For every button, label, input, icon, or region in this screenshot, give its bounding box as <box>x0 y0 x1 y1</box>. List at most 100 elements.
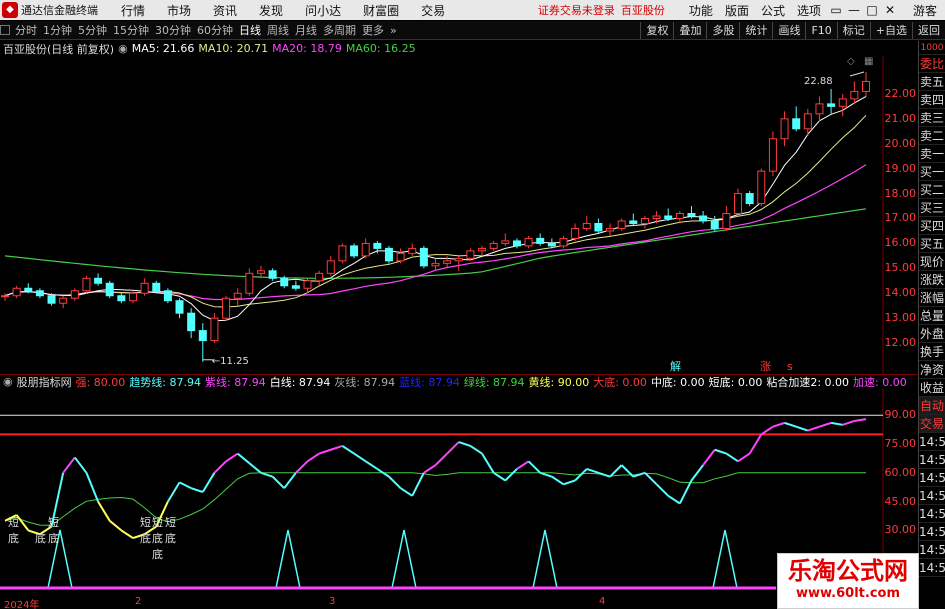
add-watchlist-button[interactable]: +自选 <box>869 21 912 39</box>
indicator-chart[interactable]: 短底短底 底短短短底底底底 <box>0 388 884 590</box>
candle-down <box>291 285 300 289</box>
side-panel-item[interactable]: 现价 <box>919 253 945 271</box>
close-icon[interactable]: ✕ <box>883 3 897 17</box>
indicator-segment <box>469 445 483 455</box>
side-panel-item[interactable]: 卖四 <box>919 91 945 109</box>
side-panel-item[interactable]: 14:5 <box>919 559 945 577</box>
candle-up <box>524 237 533 247</box>
side-panel-item[interactable]: 卖一 <box>919 145 945 163</box>
menu-shichang[interactable]: 市场 <box>167 2 191 19</box>
settings-dot-icon[interactable]: ◉ <box>3 375 13 388</box>
side-panel-item[interactable]: 买四 <box>919 217 945 235</box>
period-30min[interactable]: 30分钟 <box>155 22 191 38</box>
date-axis: 2024年 2 3 4 <box>0 596 777 609</box>
candle-up <box>128 292 137 302</box>
candle-down <box>24 287 33 292</box>
candle-up <box>12 287 21 297</box>
indicator-segment <box>400 487 413 497</box>
indicator-segment <box>481 453 495 474</box>
bottom-annotation: 短 <box>165 515 176 529</box>
stats-button[interactable]: 统计 <box>739 21 772 39</box>
side-panel-item[interactable]: 14:5 <box>919 505 945 523</box>
back-button[interactable]: 返回 <box>912 21 945 39</box>
period-day[interactable]: 日线 <box>239 22 261 38</box>
candle-down <box>280 277 289 287</box>
trade-login-warning[interactable]: 证券交易未登录 <box>538 2 615 18</box>
mark-button[interactable]: 标记 <box>836 21 870 39</box>
indicator-segment <box>725 452 739 463</box>
period-multi[interactable]: 多周期 <box>323 22 356 38</box>
menu-jiaoyi[interactable]: 交易 <box>421 2 445 19</box>
side-panel-item[interactable]: 涨跌 <box>919 271 945 289</box>
side-panel-item[interactable]: 涨幅 <box>919 289 945 307</box>
panel-toggle-icon[interactable] <box>0 25 10 35</box>
side-panel-item[interactable]: 14:5 <box>919 487 945 505</box>
side-panel-item[interactable]: 14:5 <box>919 541 945 559</box>
side-panel-item[interactable]: 卖三 <box>919 109 945 127</box>
title-stock-name: 百亚股份 <box>620 4 665 17</box>
candle-up <box>780 118 789 140</box>
menu-gongshi[interactable]: 公式 <box>761 2 785 19</box>
price-axis-label: 21.00 <box>884 111 917 125</box>
minimize-icon[interactable]: — <box>847 3 861 17</box>
side-panel-item[interactable]: 卖二 <box>919 127 945 145</box>
candle-up <box>768 138 777 172</box>
side-panel-item[interactable]: 买三 <box>919 199 945 217</box>
maximize-icon[interactable]: □ <box>865 3 879 17</box>
side-panel-item[interactable]: 委比 <box>919 55 945 73</box>
fuquan-button[interactable]: 复权 <box>640 21 673 39</box>
period-week[interactable]: 周线 <box>267 22 289 38</box>
overlay-button[interactable]: 叠加 <box>673 21 706 39</box>
chevron-down-icon[interactable]: » <box>390 24 397 37</box>
side-panel-item[interactable]: 买一 <box>919 163 945 181</box>
side-panel-item[interactable]: 外盘 <box>919 325 945 343</box>
menu-hangqing[interactable]: 行情 <box>121 2 145 19</box>
candlestick-chart[interactable]: 22.88 ←11.25 解 涨 s ◇ ▦ <box>0 56 884 374</box>
menu-gongneng[interactable]: 功能 <box>689 2 713 19</box>
price-axis-label: 14.00 <box>884 286 917 300</box>
menu-faxian[interactable]: 发现 <box>259 2 283 19</box>
period-fenshi[interactable]: 分时 <box>15 22 37 38</box>
period-more[interactable]: 更多 <box>362 22 384 38</box>
side-panel-item[interactable]: 14:5 <box>919 451 945 469</box>
period-month[interactable]: 月线 <box>295 22 317 38</box>
side-panel-item[interactable]: 自动 <box>919 397 945 415</box>
period-toolbar: 分时 1分钟 5分钟 15分钟 30分钟 60分钟 日线 周线 月线 多周期 更… <box>0 21 945 40</box>
multi-stock-button[interactable]: 多股 <box>706 21 739 39</box>
side-panel-item[interactable]: 净资 <box>919 361 945 379</box>
main-chart-info: 百亚股份(日线 前复权) ◉ MA5: 21.66 MA10: 20.71 MA… <box>0 41 945 56</box>
side-panel-item[interactable]: 14:5 <box>919 469 945 487</box>
bottom-annotation: 底 <box>152 547 163 561</box>
menu-zixun[interactable]: 资讯 <box>213 2 237 19</box>
side-panel-item[interactable]: 买二 <box>919 181 945 199</box>
bottom-annotation: 短 <box>152 515 163 529</box>
period-15min[interactable]: 15分钟 <box>113 22 149 38</box>
candle-up <box>757 170 766 205</box>
menu-banmian[interactable]: 版面 <box>725 2 749 19</box>
period-1min[interactable]: 1分钟 <box>43 22 72 38</box>
period-5min[interactable]: 5分钟 <box>78 22 107 38</box>
watermark-url: www.60lt.com <box>795 586 901 601</box>
settings-dot-icon[interactable]: ◉ <box>118 42 128 55</box>
side-panel-item[interactable]: 交易 <box>919 415 945 433</box>
indicator-segment <box>714 448 727 455</box>
menu-caifuquan[interactable]: 财富圈 <box>363 2 399 19</box>
side-panel-item[interactable]: 卖五 <box>919 73 945 91</box>
restore-window-icon[interactable]: ▭ <box>829 3 843 17</box>
guest-label[interactable]: 游客 <box>913 2 937 19</box>
side-panel-item[interactable]: 14:5 <box>919 433 945 451</box>
draw-line-button[interactable]: 画线 <box>772 21 805 39</box>
menu-xuanxiang[interactable]: 选项 <box>797 2 821 19</box>
side-panel-item[interactable]: 换手 <box>919 343 945 361</box>
indicator-info: ◉ 股朋指标网 强: 80.00 趋势线: 87.94 紫线: 87.94 白线: 8… <box>0 374 945 389</box>
candle-down <box>35 290 44 297</box>
side-panel-item[interactable]: 收益 <box>919 379 945 397</box>
candle-up <box>70 290 79 299</box>
side-panel-item[interactable]: 买五 <box>919 235 945 253</box>
menu-wenxiaoda[interactable]: 问小达 <box>305 2 341 19</box>
side-panel-item[interactable]: 总量 <box>919 307 945 325</box>
side-panel-item[interactable]: 14:5 <box>919 523 945 541</box>
f10-button[interactable]: F10 <box>805 21 836 39</box>
indicator-segment <box>819 421 832 428</box>
period-60min[interactable]: 60分钟 <box>197 22 233 38</box>
